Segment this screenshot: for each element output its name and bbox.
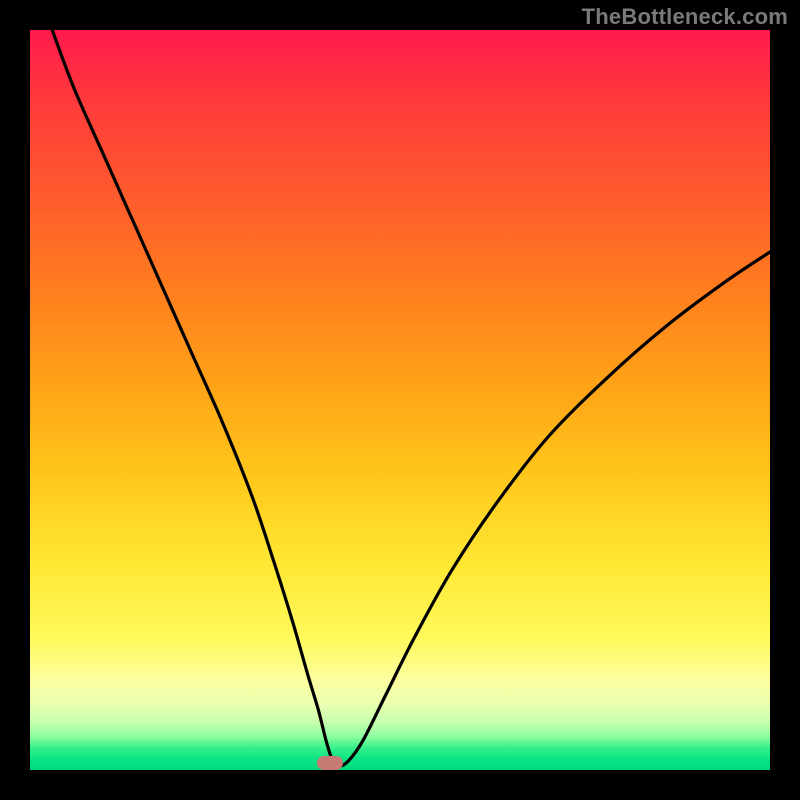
chart-frame: TheBottleneck.com <box>0 0 800 800</box>
watermark-text: TheBottleneck.com <box>582 4 788 30</box>
optimal-point-marker <box>317 756 343 770</box>
bottleneck-curve <box>30 30 770 770</box>
plot-area <box>30 30 770 770</box>
